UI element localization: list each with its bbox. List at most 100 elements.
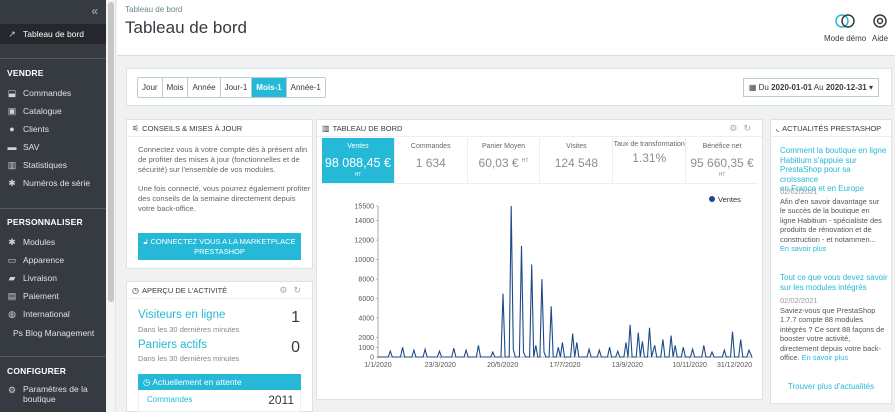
sidebar-item-commandes[interactable]: ⬓ Commandes — [0, 84, 106, 102]
title-line: PrestaShop pour sa croissance — [780, 165, 851, 184]
date-range-picker[interactable]: ▦ Du 2020-01-01 Au 2020-12-31 ▾ — [742, 78, 879, 97]
visitors-online-link[interactable]: Visiteurs en ligne — [138, 309, 225, 321]
sidebar-item-blog[interactable]: Ps Blog Management — [13, 328, 94, 338]
read-more-link[interactable]: En savoir plus — [780, 244, 826, 253]
trending-icon: ↗ — [8, 28, 16, 39]
y-tick-label: 8000 — [358, 277, 374, 284]
panel-title: APERÇU DE L'ACTIVITÉ — [141, 285, 228, 295]
kpi-value: 124 548 — [554, 156, 599, 170]
legend-marker — [709, 196, 715, 202]
text-line: des conseils de la semaine directement d… — [138, 194, 296, 203]
page-header: Tableau de bord Tableau de bord Mode dém… — [117, 0, 895, 56]
sidebar-item-label: Modules — [23, 237, 56, 247]
y-tick-label: 0 — [370, 355, 374, 362]
pending-orders-row[interactable]: Commandes 2011 — [138, 390, 301, 412]
sidebar-item-numeros[interactable]: ✱ Numéros de série — [0, 174, 106, 192]
config-icon[interactable]: ⚙ — [729, 123, 743, 133]
period-mois[interactable]: Mois — [162, 78, 189, 97]
date-prefix: Du — [758, 83, 769, 92]
collapse-sidebar-icon[interactable]: « — [91, 4, 98, 18]
period-jour-1[interactable]: Jour-1 — [220, 78, 253, 97]
sidebar-scrollbar[interactable] — [106, 0, 116, 412]
kpi-taux[interactable]: Taux de transformation 1.31% — [613, 138, 687, 183]
active-carts-link[interactable]: Paniers actifs — [138, 339, 207, 351]
sidebar-item-label: Clients — [23, 124, 49, 134]
y-tick-label: 4000 — [358, 316, 374, 323]
kpi-panier-moyen[interactable]: Panier Moyen 60,03 € HT — [468, 138, 541, 183]
kpi-label: Bénéfice net — [702, 143, 742, 150]
sidebar-item-apparence[interactable]: ▭ Apparence — [0, 251, 106, 269]
period-mois-1[interactable]: Mois-1 — [252, 78, 287, 97]
sidebar-item-paiement[interactable]: ▤ Paiement — [0, 287, 106, 305]
marketplace-connect-button[interactable]: 🔓︎ CONNECTEZ VOUS A LA MARKETPLACE PREST… — [138, 233, 301, 260]
sidebar-item-parametres[interactable]: ⚙ Paramètres de la boutique — [0, 384, 106, 409]
label-line: Paramètres de la — [23, 384, 88, 394]
globe-icon: ◍ — [8, 308, 16, 319]
sidebar-item-label: Statistiques — [23, 160, 67, 170]
chat-icon: ▬ — [7, 142, 17, 152]
body-line: directement depuis votre back- — [780, 343, 882, 353]
period-jour[interactable]: Jour — [138, 78, 163, 97]
section-configurer: CONFIGURER — [7, 366, 67, 376]
clock-icon: ◷ — [132, 285, 139, 295]
sidebar-divider — [0, 208, 106, 209]
refresh-icon[interactable]: ↻ — [293, 285, 307, 295]
all-news-link[interactable]: Trouver plus d'actualités — [771, 382, 891, 391]
period-annee-1[interactable]: Année-1 — [286, 78, 325, 97]
period-annee[interactable]: Année — [188, 78, 221, 97]
refresh-icon[interactable]: ↻ — [743, 123, 757, 133]
panel-header: ◷ APERÇU DE L'ACTIVITÉ ⚙↻ — [127, 282, 312, 299]
title-line: sur les modules intégrés — [780, 282, 867, 292]
bar-chart-icon: ▥ — [322, 123, 330, 133]
body-line: 1.7.7 compte 88 modules — [780, 315, 863, 325]
panel-actions: ⚙↻ — [279, 285, 307, 296]
dashboard-panel: ▥ TABLEAU DE BORD ⚙↻ Ventes 98 088,45 € HT … — [316, 119, 763, 400]
sidebar-item-clients[interactable]: ● Clients — [0, 120, 106, 138]
body-line: produits de rénovation et de — [780, 225, 872, 235]
news-item-2-title[interactable]: Tout ce que vous devez savoir sur les mo… — [780, 273, 888, 292]
config-icon[interactable]: ⚙ — [279, 285, 293, 295]
breadcrumb[interactable]: Tableau de bord — [125, 5, 182, 14]
read-more-link[interactable]: En savoir plus — [802, 353, 848, 362]
kpi-value: 95 660,35 € — [690, 156, 754, 170]
sidebar-item-sav[interactable]: ▬ SAV — [0, 138, 106, 156]
news-item-2-date: 02/02/2021 — [780, 296, 818, 305]
page-title: Tableau de bord — [125, 18, 247, 37]
body-line: construction - et notammen... — [780, 234, 876, 244]
legend-label: Ventes — [718, 195, 741, 204]
text-line: de profiter des mises à jour (fonctionne… — [138, 155, 300, 164]
orders-value: 2011 — [268, 393, 294, 407]
text-line: Connectez vous à votre compte dès à prés… — [138, 145, 308, 154]
orders-label: Commandes — [147, 395, 193, 404]
kpi-ventes[interactable]: Ventes 98 088,45 € HT — [322, 138, 395, 183]
scrollbar-thumb[interactable] — [108, 2, 114, 302]
kpi-label: Commandes — [410, 143, 451, 150]
sidebar-item-livraison[interactable]: ▰ Livraison — [0, 269, 106, 287]
help-button[interactable]: Aide — [872, 14, 888, 43]
kpi-visites[interactable]: Visites 124 548 — [540, 138, 614, 183]
sidebar-item-international[interactable]: ◍ International — [0, 305, 106, 323]
caret-down-icon: ▾ — [868, 83, 873, 92]
sidebar-item-modules[interactable]: ✱ Modules — [0, 233, 106, 251]
sidebar-divider — [0, 58, 106, 59]
tips-paragraph-1: Connectez vous à votre compte dès à prés… — [138, 145, 307, 175]
kpi-benefice[interactable]: Bénéfice net 95 660,35 € HT — [686, 138, 758, 183]
sidebar-item-label: Livraison — [23, 273, 58, 283]
title-line: Comment la boutique en ligne — [780, 146, 887, 155]
sidebar-item-statistiques[interactable]: ▥ Statistiques — [0, 156, 106, 174]
sidebar-item-dashboard[interactable]: ↗ Tableau de bord — [0, 24, 106, 44]
x-tick-label: 31/12/2020 — [717, 362, 752, 369]
body-line: booster votre activité, — [780, 334, 851, 344]
section-vendre: VENDRE — [7, 68, 44, 78]
kpi-commandes[interactable]: Commandes 1 634 — [395, 138, 468, 183]
bar-chart-icon: ▥ — [7, 159, 17, 170]
sales-chart[interactable]: 0 1000 2000 4000 6000 8000 10000 12000 14000 1550… — [322, 192, 758, 392]
demo-mode-button[interactable]: Mode démo — [824, 14, 866, 43]
sidebar-item-catalogue[interactable]: ▣ Catalogue — [0, 102, 106, 120]
section-personnaliser: PERSONNALISER — [7, 217, 83, 227]
tips-panel: ⚟ CONSEILS & MISES À JOUR Connectez vous … — [126, 119, 313, 269]
panel-header: ▥ TABLEAU DE BORD ⚙↻ — [317, 120, 762, 137]
panel-title: CONSEILS & MISES À JOUR — [142, 123, 243, 133]
kpi-value: 1.31% — [632, 151, 667, 165]
x-tick-label: 1/1/2020 — [364, 362, 391, 369]
